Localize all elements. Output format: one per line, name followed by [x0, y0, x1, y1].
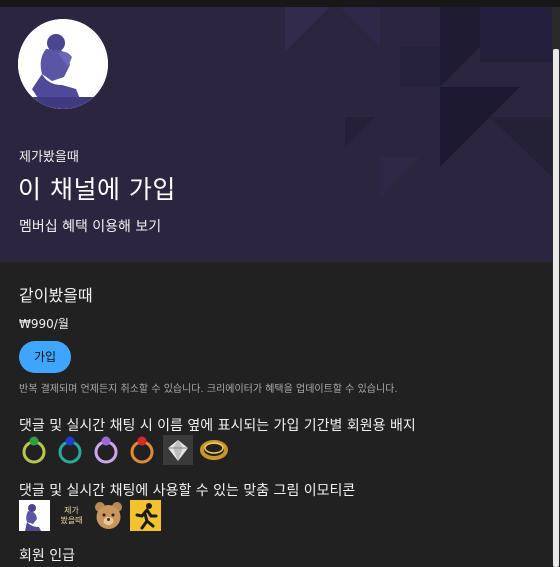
blue-gem-ring-icon — [55, 435, 85, 465]
green-gem-ring-icon — [19, 435, 49, 465]
gold-ring-icon — [199, 435, 229, 465]
membership-price: ₩990/월 — [19, 317, 69, 331]
scrollbar-thumb[interactable] — [553, 49, 559, 567]
join-button[interactable]: 가입 — [19, 341, 71, 373]
emote-list: 제가 봤을때 — [19, 500, 161, 531]
billing-notice: 반복 결제되며 언제든지 취소할 수 있습니다. 크리에이터가 혜택을 업데이트… — [19, 384, 398, 395]
diamond-icon — [163, 435, 193, 465]
running-man-emote — [130, 500, 161, 531]
badge-list — [19, 435, 229, 465]
member-level-title: 회원 인급 — [19, 548, 75, 564]
page-title: 이 채널에 가입 — [18, 175, 176, 204]
top-bar — [0, 0, 560, 7]
emotes-perk-title: 댓글 및 실시간 채팅에 사용할 수 있는 맞춤 그림 이모티콘 — [19, 483, 356, 499]
hero-banner: 제가봤을때 이 채널에 가입 멤버십 혜택 이용해 보기 — [0, 7, 552, 262]
membership-tier-name: 같이봤을때 — [19, 286, 93, 305]
channel-avatar[interactable] — [18, 19, 108, 109]
purple-gem-ring-icon — [91, 435, 121, 465]
scrollbar[interactable] — [552, 7, 560, 567]
hero-subtitle: 멤버십 혜택 이용해 보기 — [19, 219, 162, 235]
thinker-statue-emote — [19, 500, 50, 531]
red-gem-ring-icon — [127, 435, 157, 465]
badges-perk-title: 댓글 및 실시간 채팅 시 이름 옆에 표시되는 가입 기간별 회원용 배지 — [19, 418, 416, 434]
bear-face-emote — [93, 500, 124, 531]
text-emote: 제가 봤을때 — [60, 505, 83, 525]
channel-name: 제가봤을때 — [19, 150, 79, 165]
thinker-statue-icon — [18, 19, 108, 109]
